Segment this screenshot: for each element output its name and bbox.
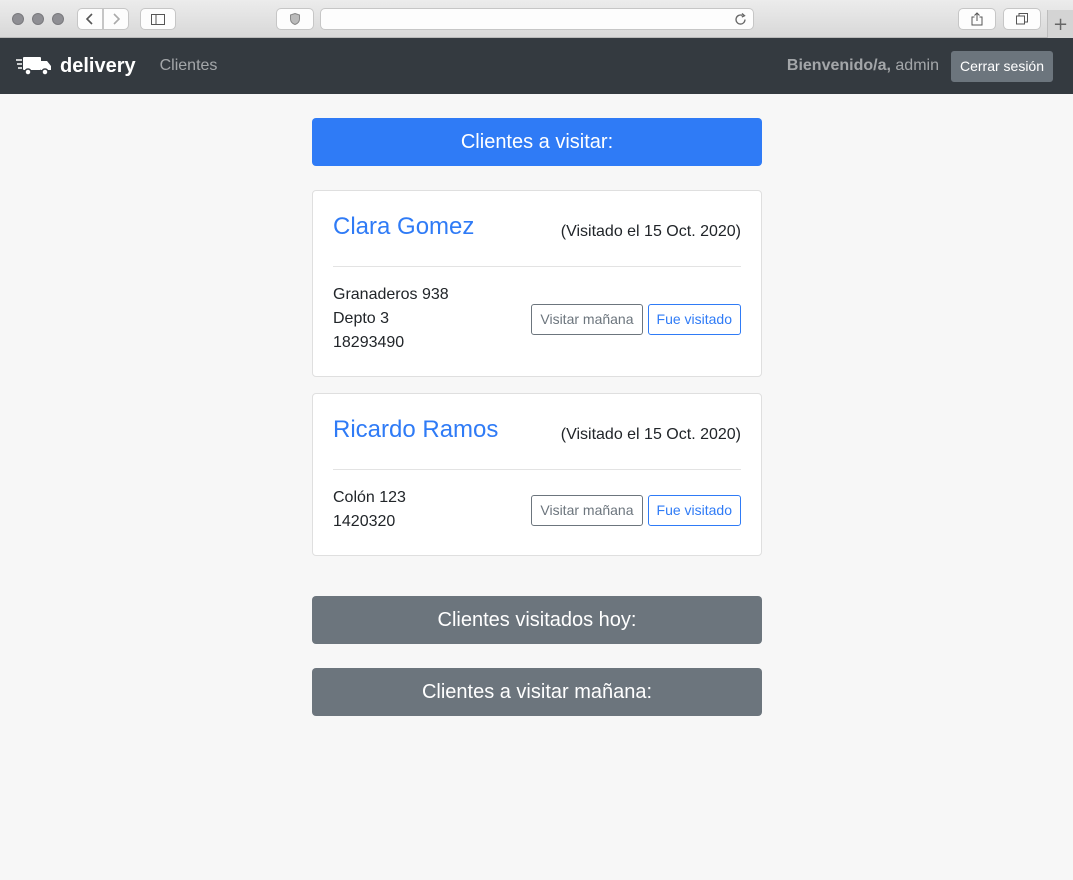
tabs-icon — [1016, 13, 1028, 25]
address-line: Colón 123 — [333, 489, 406, 506]
mark-visited-button[interactable]: Fue visitado — [647, 494, 741, 526]
visit-tomorrow-button[interactable]: Visitar mañana — [531, 303, 643, 335]
minimize-window-icon[interactable] — [32, 13, 44, 25]
logout-button[interactable]: Cerrar sesión — [950, 50, 1053, 82]
visited-date: (Visitado el 15 Oct. 2020) — [560, 223, 741, 240]
privacy-report-button[interactable] — [276, 8, 314, 30]
tabs-overview-button[interactable] — [1003, 8, 1041, 30]
address-line: Granaderos 938 — [333, 286, 449, 303]
brand-text: delivery — [60, 54, 136, 77]
client-card: Clara Gomez (Visitado el 15 Oct. 2020) G… — [312, 190, 762, 377]
client-card-body: Colón 123 1420320 Visitar mañana Fue vis… — [333, 470, 741, 534]
welcome-prefix: Bienvenido/a, — [786, 57, 891, 74]
mark-visited-button[interactable]: Fue visitado — [647, 303, 741, 335]
truck-icon — [16, 55, 52, 77]
client-actions: Visitar mañana Fue visitado — [526, 494, 741, 526]
nav-user-area: Bienvenido/a, admin Cerrar sesión — [787, 50, 1053, 82]
plus-icon: + — [1052, 13, 1069, 35]
share-icon — [971, 12, 983, 26]
reload-icon[interactable] — [734, 13, 747, 26]
address-line: 18293490 — [333, 334, 405, 351]
client-card-body: Granaderos 938 Depto 3 18293490 Visitar … — [333, 267, 741, 355]
sidebar-toggle-button[interactable] — [140, 8, 176, 30]
visit-tomorrow-button[interactable]: Visitar mañana — [531, 494, 643, 526]
welcome-user: admin — [895, 57, 939, 74]
address-bar[interactable] — [320, 8, 754, 30]
client-address: Granaderos 938 Depto 3 18293490 — [333, 283, 449, 355]
share-button[interactable] — [958, 8, 996, 30]
address-line: Depto 3 — [333, 310, 390, 327]
section-visited-today-header[interactable]: Clientes visitados hoy: — [312, 596, 762, 644]
section-to-visit-header[interactable]: Clientes a visitar: — [312, 118, 762, 166]
chevron-right-icon — [113, 13, 120, 25]
client-card-header: Ricardo Ramos (Visitado el 15 Oct. 2020) — [333, 414, 741, 470]
browser-toolbar: + — [0, 0, 1073, 38]
client-card-header: Clara Gomez (Visitado el 15 Oct. 2020) — [333, 211, 741, 267]
close-window-icon[interactable] — [12, 13, 24, 25]
main-content: Clientes a visitar: Clara Gomez (Visitad… — [312, 118, 762, 716]
visited-date: (Visitado el 15 Oct. 2020) — [560, 426, 741, 443]
client-address: Colón 123 1420320 — [333, 486, 406, 534]
forward-button[interactable] — [103, 8, 129, 30]
sidebar-icon — [151, 13, 165, 25]
welcome-text: Bienvenido/a, admin — [787, 57, 939, 75]
zoom-window-icon[interactable] — [52, 13, 64, 25]
brand-link[interactable]: delivery — [16, 55, 136, 78]
client-actions: Visitar mañana Fue visitado — [526, 303, 741, 335]
client-name[interactable]: Ricardo Ramos — [333, 416, 498, 444]
new-tab-button[interactable]: + — [1047, 10, 1073, 38]
chevron-left-icon — [86, 13, 93, 25]
address-line: 1420320 — [333, 513, 396, 530]
navbar: delivery Clientes Bienvenido/a, admin Ce… — [0, 38, 1073, 94]
client-name[interactable]: Clara Gomez — [333, 213, 474, 241]
section-visit-tomorrow-header[interactable]: Clientes a visitar mañana: — [312, 668, 762, 716]
nav-link-clientes[interactable]: Clientes — [160, 57, 218, 75]
back-button[interactable] — [77, 8, 103, 30]
shield-icon — [290, 13, 300, 25]
client-card: Ricardo Ramos (Visitado el 15 Oct. 2020)… — [312, 393, 762, 556]
